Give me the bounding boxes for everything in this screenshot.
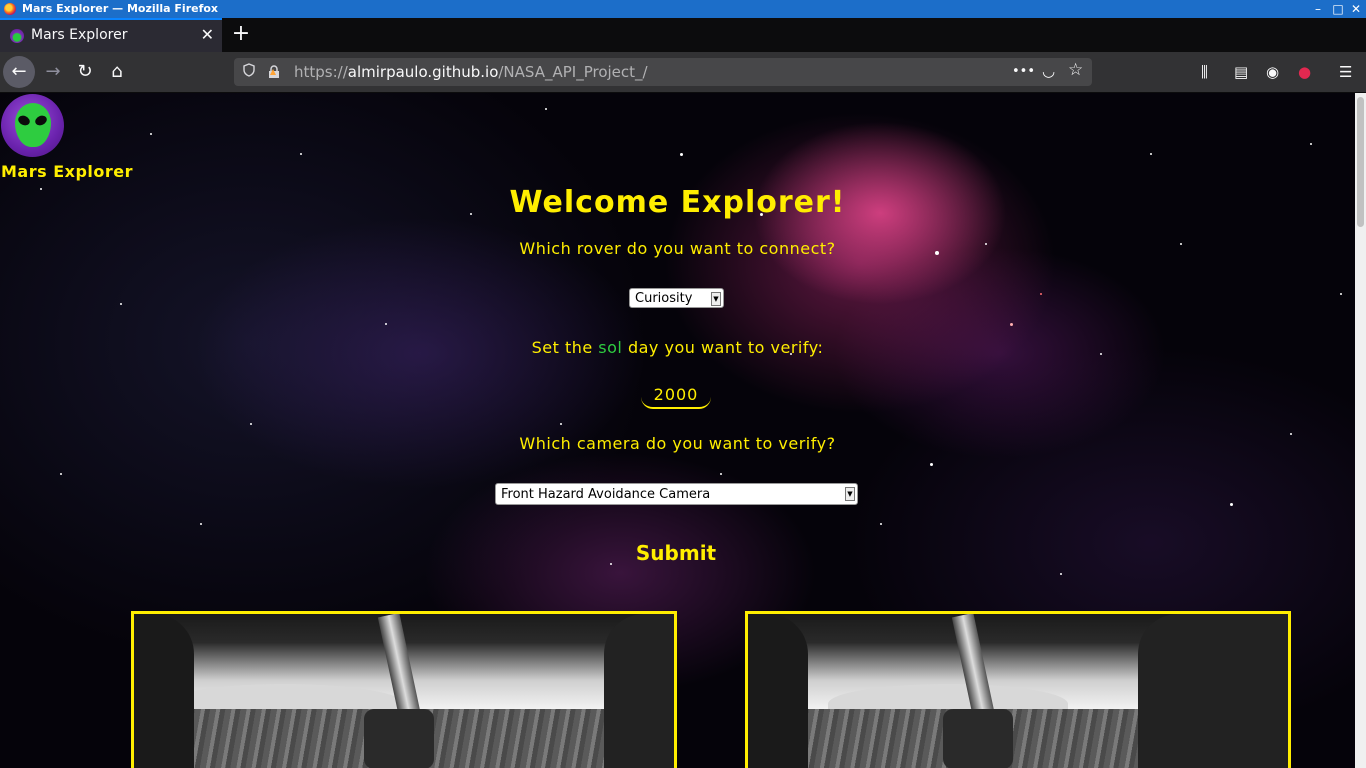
- photo-rover-body-right: [604, 614, 674, 768]
- sidebar-icon[interactable]: ▤: [1234, 63, 1248, 81]
- photo-rover-body-left: [748, 614, 808, 768]
- photo-rover-body-right: [1138, 614, 1288, 768]
- url-bar[interactable]: https://almirpaulo.github.io/NASA_API_Pr…: [234, 58, 1092, 86]
- rover-select-value: Curiosity: [635, 291, 693, 306]
- url-scheme: https://: [294, 63, 348, 81]
- page-actions-icon[interactable]: •••: [1012, 64, 1035, 79]
- menu-icon[interactable]: ☰: [1339, 63, 1352, 81]
- rover-question: Which rover do you want to connect?: [519, 239, 836, 258]
- back-button[interactable]: ←: [3, 56, 35, 88]
- home-button[interactable]: ⌂: [101, 56, 133, 88]
- chevron-down-icon: ▼: [711, 292, 721, 306]
- window-titlebar: Mars Explorer — Mozilla Firefox – □ ✕: [0, 0, 1366, 18]
- extension-icon[interactable]: ●: [1298, 63, 1311, 81]
- rover-select[interactable]: Curiosity ▼: [629, 288, 724, 308]
- new-tab-button[interactable]: +: [231, 21, 251, 46]
- tab-mars-explorer[interactable]: Mars Explorer ✕: [0, 18, 222, 52]
- maximize-button[interactable]: □: [1330, 1, 1346, 17]
- tab-close-icon[interactable]: ✕: [201, 25, 214, 44]
- sol-question-post: day you want to verify:: [622, 338, 824, 357]
- sol-question: Set the sol day you want to verify:: [0, 338, 1355, 357]
- close-window-button[interactable]: ✕: [1348, 1, 1364, 17]
- url-host: almirpaulo.github.io: [347, 63, 499, 81]
- camera-question: Which camera do you want to verify?: [519, 434, 836, 453]
- alien-logo-icon[interactable]: [1, 94, 64, 157]
- sol-input[interactable]: 2000: [641, 385, 711, 409]
- camera-select[interactable]: Front Hazard Avoidance Camera ▼: [495, 483, 858, 505]
- brand-name[interactable]: Mars Explorer: [1, 162, 133, 181]
- url-path: /NASA_API_Project_/: [498, 63, 648, 81]
- reload-button[interactable]: ↻: [69, 56, 101, 88]
- window-title: Mars Explorer — Mozilla Firefox: [22, 2, 219, 15]
- minimize-button[interactable]: –: [1310, 1, 1326, 17]
- photo-rover-turret: [364, 709, 434, 768]
- firefox-icon: [4, 3, 16, 15]
- sol-word: sol: [598, 338, 623, 357]
- library-icon[interactable]: ⫼: [1201, 63, 1208, 81]
- page-content: Mars Explorer Welcome Explorer! Which ro…: [0, 93, 1355, 768]
- alien-favicon-icon: [10, 29, 24, 43]
- account-icon[interactable]: ◉: [1266, 63, 1279, 81]
- photo-rover-turret: [943, 709, 1013, 768]
- navigation-toolbar: ← → ↻ ⌂ https://almirpaulo.github.io/NAS…: [0, 52, 1366, 93]
- tab-strip: Mars Explorer ✕ +: [0, 18, 1366, 52]
- sol-question-pre: Set the: [531, 338, 599, 357]
- pocket-icon[interactable]: ◡: [1042, 62, 1055, 80]
- chevron-down-icon: ▼: [845, 487, 855, 501]
- scrollbar-thumb[interactable]: [1357, 97, 1364, 227]
- tracking-protection-shield-icon[interactable]: [242, 63, 256, 81]
- insecure-lock-icon[interactable]: [268, 64, 279, 78]
- rover-photo[interactable]: [131, 611, 677, 768]
- alien-head: [15, 103, 51, 147]
- forward-button[interactable]: →: [37, 56, 69, 88]
- tab-label: Mars Explorer: [31, 27, 128, 43]
- camera-select-value: Front Hazard Avoidance Camera: [501, 487, 711, 502]
- page-title: Welcome Explorer!: [509, 185, 846, 220]
- page-scrollbar[interactable]: [1355, 93, 1366, 768]
- photo-rover-body-left: [134, 614, 194, 768]
- url-text[interactable]: https://almirpaulo.github.io/NASA_API_Pr…: [294, 63, 648, 81]
- submit-button[interactable]: Submit: [626, 541, 726, 565]
- bookmark-star-icon[interactable]: ☆: [1068, 60, 1083, 80]
- rover-photo[interactable]: [745, 611, 1291, 768]
